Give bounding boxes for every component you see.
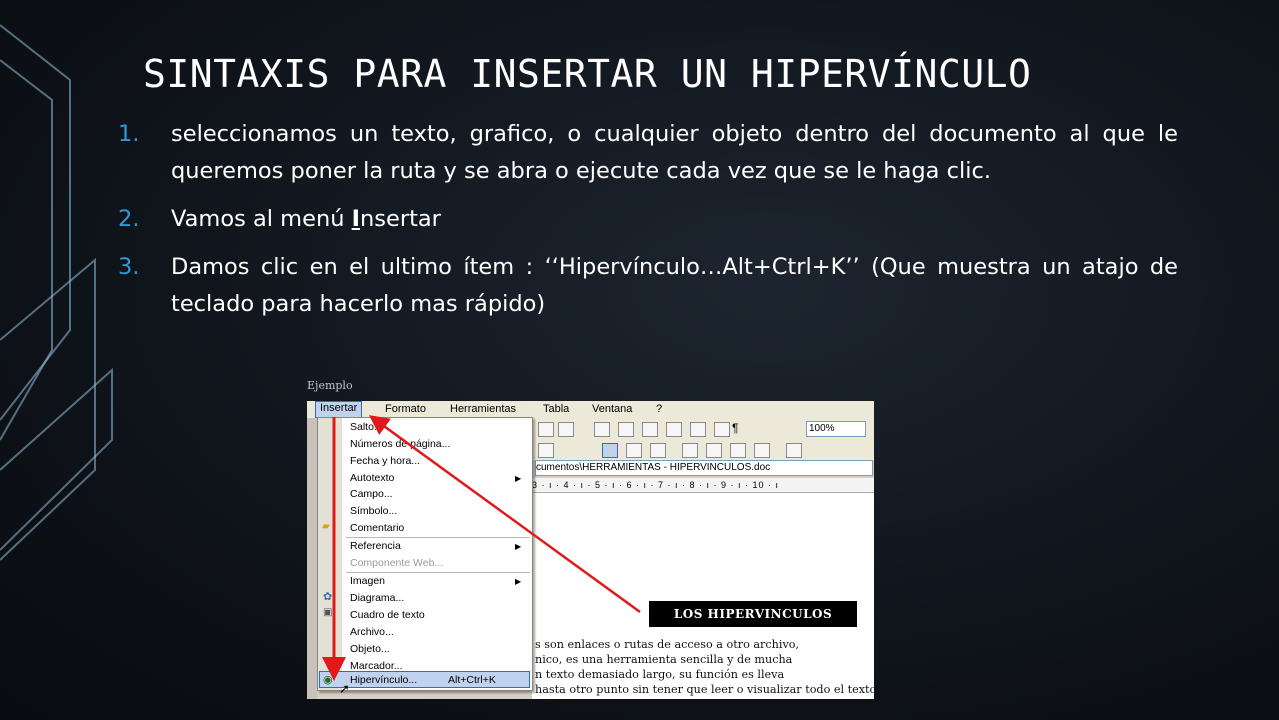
step-text: seleccionamos un texto, grafico, o cualq… (171, 121, 1178, 184)
step-number: 2. (118, 206, 140, 232)
word-screenshot: Insertar Formato Herramientas Tabla Vent… (307, 401, 874, 699)
step-number: 3. (118, 254, 140, 280)
mouse-cursor-icon: ➚ (339, 681, 350, 696)
slide-title: SINTAXIS PARA INSERTAR UN HIPERVÍNCULO (143, 52, 1032, 96)
step-text: Damos clic en el ultimo ítem : ‘‘Hiperví… (171, 254, 1178, 317)
step-text: Vamos al menú (171, 206, 352, 232)
menu-mnemonic: I (351, 206, 360, 232)
step-number: 1. (118, 121, 140, 147)
step-item: 1. seleccionamos un texto, grafico, o cu… (118, 116, 1178, 190)
annotation-arrows (322, 415, 641, 681)
example-caption: Ejemplo (307, 379, 353, 392)
arrow-to-heading (368, 415, 641, 614)
step-text-rest: nsertar (360, 206, 441, 232)
steps-list: 1. seleccionamos un texto, grafico, o cu… (118, 116, 1178, 334)
step-item: 2. Vamos al menú Insertar (118, 201, 1178, 238)
step-item: 3. Damos clic en el ultimo ítem : ‘‘Hipe… (118, 249, 1178, 323)
decorative-lines (0, 24, 113, 561)
